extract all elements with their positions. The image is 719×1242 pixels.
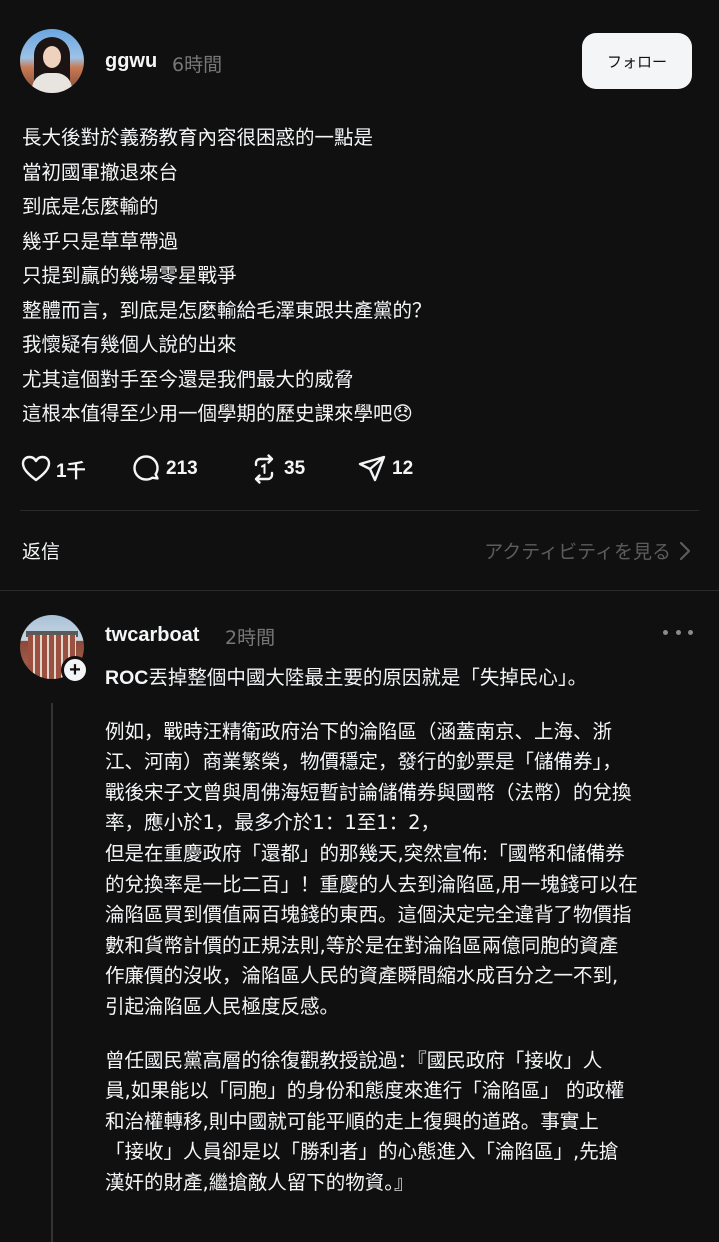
repost-button[interactable]: 35 [248, 450, 305, 488]
comment-count: 213 [166, 458, 198, 479]
plus-icon[interactable]: + [61, 656, 89, 684]
divider [20, 510, 699, 511]
comment-button[interactable]: 213 [130, 450, 198, 488]
follow-button[interactable]: フォロー [582, 33, 692, 89]
post-line: 到底是怎麼輸的 [22, 195, 159, 218]
post-line: 當初國軍撤退來台 [22, 160, 179, 184]
reply-line: 例如，戰時汪精衛政府治下的淪陷區（涵蓋南京、上海、浙 [105, 719, 613, 743]
post-text: 長大後對於義務教育內容很困惑的一點是 當初國軍撤退來台 到底是怎麼輸的 幾乎只是… [22, 121, 702, 432]
reply-line: 的兌換率是一比二百」！重慶的人去到淪陷區,用一塊錢可以在 [105, 872, 638, 896]
post-time: 6時間 [172, 54, 223, 76]
reply-line: 員,如果能以「同胞」的身份和態度來進行「淪陷區」 的政權 [105, 1079, 625, 1103]
repost-icon [254, 454, 274, 484]
reply-text-rest: 丟掉整個中國大陸最主要的原因就是「失掉民心」。 [148, 666, 588, 689]
post-line: 尤其這個對手至今還是我們最大的威脅 [22, 367, 354, 391]
reply-username[interactable]: twcarboat [105, 624, 199, 647]
share-button[interactable]: 12 [356, 450, 413, 488]
reply-text: ROC丟掉整個中國大陸最主要的原因就是「失掉民心」。 例如，戰時汪精衛政府治下的… [105, 663, 705, 1199]
reply-time: 2時間 [225, 627, 276, 649]
reply-line: 江、河南）商業繁榮，物價穩定，發行的鈔票是「儲備券」， [105, 750, 622, 774]
post-line: 長大後對於義務教育內容很困惑的一點是 [22, 126, 374, 149]
repost-count: 35 [284, 458, 306, 479]
like-button[interactable]: 1千 [20, 450, 86, 488]
replies-label: 返信 [22, 541, 61, 563]
thread-line [51, 703, 53, 1242]
like-count: 1千 [56, 460, 86, 482]
more-dots-icon[interactable] [663, 622, 693, 642]
reply-line: 作廉價的沒收，淪陷區人民的資產瞬間縮水成百分之一不到, [105, 964, 619, 988]
reply-line: 淪陷區買到價值兩百塊錢的東西。這個決定完全違背了物價指 [105, 903, 632, 927]
reply-line: 曾任國民黨高層的徐復觀教授說過：『國民政府「接收」人 [105, 1048, 603, 1072]
view-activity-label: アクティビティを見る [484, 541, 671, 563]
reply-line: 「接收」人員卻是以「勝利者」的心態進入「淪陷區」,先搶 [105, 1140, 619, 1164]
reply-line: 引起淪陷區人民極度反感。 [105, 994, 340, 1018]
share-count: 12 [392, 458, 414, 479]
post-username[interactable]: ggwu [105, 50, 157, 73]
heart-icon [21, 455, 51, 482]
post-line: 我懷疑有幾個人說的出來 [22, 333, 237, 356]
post-actions: 1千 213 35 12 [20, 450, 700, 488]
post-line: 這根本值得至少用一個學期的歷史課來學吧😞 [22, 402, 413, 425]
section-divider [0, 590, 719, 591]
reply-line: 和治權轉移,則中國就可能平順的走上復興的道路。事實上 [105, 1109, 599, 1133]
post-line: 整體而言，到底是怎麼輸給毛澤東跟共產黨的？ [22, 298, 432, 322]
avatar-body [32, 73, 72, 93]
post-line: 只提到贏的幾場零星戰爭 [22, 264, 237, 287]
reply-line: 率，應小於1，最多介於1：1至1：2， [105, 811, 441, 835]
reply-line: 數和貨幣計價的正規法則,等於是在對淪陷區兩億同胞的資產 [105, 933, 619, 957]
avatar-face [43, 46, 61, 68]
reply-paragraph-1: ROC丟掉整個中國大陸最主要的原因就是「失掉民心」。 [105, 663, 705, 694]
user-avatar[interactable] [20, 29, 84, 93]
chevron-right-icon [679, 541, 691, 560]
post-line: 幾乎只是草草帶過 [22, 229, 179, 253]
comment-bubble-icon [133, 455, 159, 481]
view-activity-link[interactable]: アクティビティを見る [484, 537, 693, 564]
reply-line: 戰後宋子文曾與周佛海短暫討論儲備券與國幣（法幣）的兌換 [105, 780, 632, 804]
send-icon [358, 455, 386, 482]
reply-line: 但是在重慶政府「還都」的那幾天,突然宣佈:「國幣和儲備券 [105, 841, 625, 865]
reply-line: 漢奸的財產,繼搶敵人留下的物資。』 [105, 1170, 414, 1194]
reply-bold-text: ROC [105, 667, 149, 689]
